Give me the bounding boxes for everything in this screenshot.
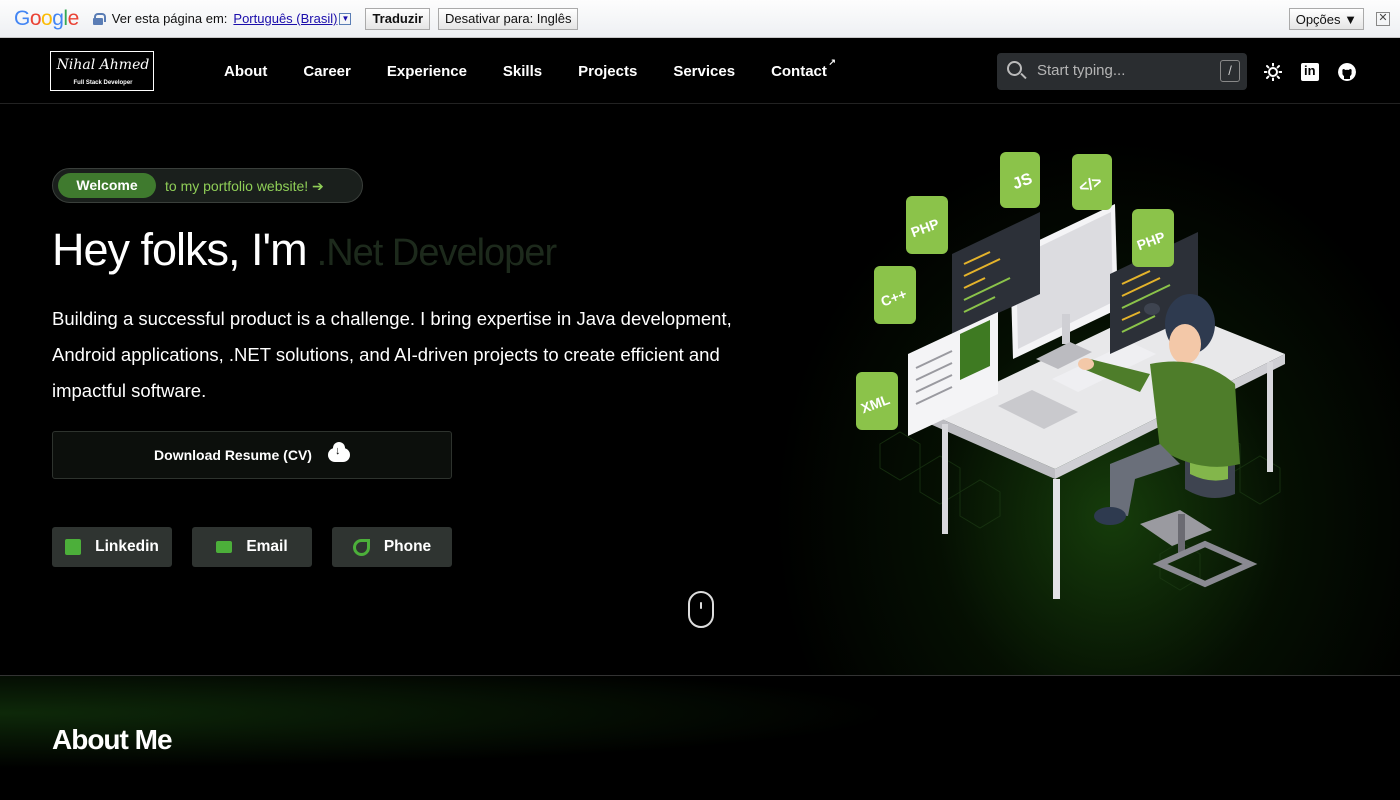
linkedin-icon[interactable]: in [1301, 63, 1319, 81]
nav-links: About Career Experience Skills Projects … [224, 39, 863, 104]
linkedin-button[interactable]: Linkedin [52, 527, 172, 567]
about-title: About Me [52, 724, 173, 755]
hero-section: Welcome to my portfolio website! ➔ Hey f… [0, 104, 1400, 675]
phone-icon [352, 538, 370, 556]
translate-button[interactable]: Traduzir [365, 7, 431, 30]
disable-translation-button[interactable]: Desativar para: Inglês [438, 7, 579, 30]
hero-title: Hey folks, I'm .Net Developer [52, 224, 557, 276]
envelope-icon [216, 541, 233, 553]
nav-link-about[interactable]: About [224, 63, 267, 80]
site-logo[interactable]: Nihal Ahmed Full Stack Developer [50, 51, 154, 91]
nav-link-experience[interactable]: Experience [387, 63, 467, 80]
external-link-icon: ↗ [828, 57, 836, 67]
nav-link-projects[interactable]: Projects [578, 63, 637, 80]
phone-button[interactable]: Phone [332, 527, 452, 567]
welcome-text: to my portfolio website! ➔ [165, 178, 324, 194]
search-box[interactable]: / [997, 53, 1247, 90]
nav-link-career[interactable]: Career [303, 63, 351, 80]
phone-label: Phone [383, 538, 432, 555]
logo-subtitle: Full Stack Developer [73, 80, 133, 86]
theme-toggle-icon[interactable] [1264, 63, 1282, 81]
linkedin-icon [65, 539, 82, 555]
download-resume-button[interactable]: Download Resume (CV) [52, 431, 452, 479]
email-label: Email [246, 538, 288, 555]
hero-greeting: Hey folks, I'm [52, 224, 308, 275]
download-resume-label: Download Resume (CV) [154, 447, 312, 463]
welcome-badge[interactable]: Welcome to my portfolio website! ➔ [52, 168, 363, 203]
welcome-pill: Welcome [58, 173, 156, 198]
scroll-mouse-icon[interactable] [688, 591, 714, 628]
translate-language-link[interactable]: Português (Brasil) [233, 11, 337, 26]
translate-options-button[interactable]: Opções ▼ [1288, 8, 1364, 30]
close-icon[interactable]: ✕ [1376, 12, 1390, 26]
navbar: Nihal Ahmed Full Stack Developer About C… [0, 39, 1400, 104]
hero-role: .Net Developer [316, 232, 557, 274]
search-shortcut-key: / [1220, 60, 1240, 82]
developer-illustration: JS </> PHP PHP C++ XML [856, 152, 1285, 599]
cloud-download-icon [327, 442, 350, 462]
email-button[interactable]: Email [192, 527, 312, 567]
search-input[interactable] [1037, 62, 1207, 79]
lock-icon [92, 12, 106, 25]
nav-link-services[interactable]: Services [673, 63, 735, 80]
google-logo: Google [14, 6, 79, 30]
nav-link-contact-label: Contact [771, 63, 827, 80]
translate-prompt: Ver esta página em: [111, 11, 228, 26]
about-section: About Me [0, 675, 1400, 800]
nav-link-contact[interactable]: Contact ↗ [771, 57, 836, 80]
logo-name: Nihal Ahmed [56, 57, 150, 73]
github-icon[interactable] [1338, 63, 1356, 81]
hero-description: Building a successful product is a chall… [52, 308, 732, 401]
linkedin-label: Linkedin [95, 538, 159, 555]
translate-bar: Google Ver esta página em: Português (Br… [0, 0, 1400, 38]
language-dropdown-icon[interactable]: ▼ [339, 12, 352, 25]
search-icon [1007, 61, 1022, 76]
nav-link-skills[interactable]: Skills [503, 63, 542, 80]
